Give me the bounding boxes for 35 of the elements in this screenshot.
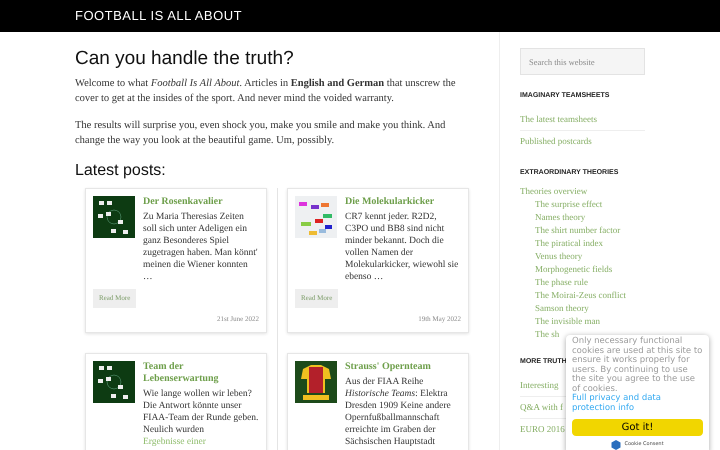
section-heading: Latest posts: — [75, 161, 167, 181]
post-title[interactable]: Team der Lebenserwartung — [143, 361, 259, 385]
sidebar-link[interactable]: Samson theory — [535, 302, 589, 315]
sidebar-link[interactable]: Theories overview — [520, 185, 588, 198]
sidebar-link[interactable]: The invisible man — [535, 315, 600, 328]
sidebar-link[interactable]: The Moirai-Zeus conflict — [535, 289, 626, 302]
cookie-message: Only necessary functional cookies are used at this site to ensure it works properly for users. By continuing to use the site you agree to the use of cookies. Full privacy and data protection info — [572, 337, 703, 413]
site-title[interactable]: FOOTBALL IS ALL ABOUT — [75, 6, 242, 26]
sidebar-link[interactable]: Names theory — [535, 211, 586, 224]
sidebar-link[interactable]: EURO 2016 — [520, 424, 565, 434]
accept-cookies-button[interactable]: Got it! — [572, 419, 703, 436]
sidebar-link[interactable]: The sh — [535, 328, 560, 341]
page-title: Can you handle the truth? — [75, 47, 295, 71]
post-title[interactable]: Die Molekularkicker — [345, 196, 461, 208]
sidebar-link[interactable]: Q&A with f — [520, 402, 564, 412]
sidebar-link[interactable]: The shirt number factor — [535, 224, 620, 237]
sidebar-link[interactable]: The piratical index — [535, 237, 603, 250]
privacy-link[interactable]: Full privacy and data protection info — [572, 394, 703, 413]
post-excerpt: Aus der FIAA Reihe Historische Teams: Elektra Dresden 1909 Keine andere Opernfußballmannschaft erreichte im Graben der Sächsischen Hauptstadt — [345, 376, 452, 448]
search-field[interactable]: Search this website — [520, 48, 645, 75]
intro-paragraph: Welcome to what Football Is All About. Articles in English and German that unscrew the cover to get at the insides of the sport. And never mind the voided warranty. — [75, 77, 457, 106]
sidebar-link[interactable]: Interesting — [520, 380, 558, 390]
sidebar-link[interactable]: Venus theory — [535, 250, 582, 263]
post-title[interactable]: Strauss' Opernteam — [345, 361, 461, 373]
sidebar-link[interactable]: The phase rule — [535, 276, 588, 289]
sidebar-link[interactable]: The latest teamsheets — [520, 114, 597, 124]
post-title[interactable]: Der Rosenkavalier — [143, 196, 259, 208]
post-excerpt: Zu Maria Theresias Zeiten soll sich unter Adeligen ein ganz Besonderes Spiel zugetragen haben. Man könnt' meinen die Wiener konnten … — [143, 211, 259, 283]
sidebar-link[interactable]: Published postcards — [520, 136, 592, 146]
intro-paragraph: The results will surprise you, even shock you, make you smile and make you think. And change the way you look at the beautiful game. Um, possibly. — [75, 119, 446, 148]
post-link[interactable]: Ergebnisse einer — [143, 437, 206, 447]
post-excerpt: CR7 kennt jeder. R2D2, C3PO und BB8 sind nicht minder bekannt. Doch die vollen Namen der Molekularkicker, wiewohl sie ebenso … — [345, 211, 460, 283]
post-excerpt: Wie lange wollen wir leben? Die Antwort könnte unser FIAA-Team der Runde geben. Neulich wurden Ergebnisse einer — [143, 388, 259, 448]
sidebar-link[interactable]: The surprise effect — [535, 198, 602, 211]
sidebar-link[interactable]: Morphogenetic fields — [535, 263, 612, 276]
